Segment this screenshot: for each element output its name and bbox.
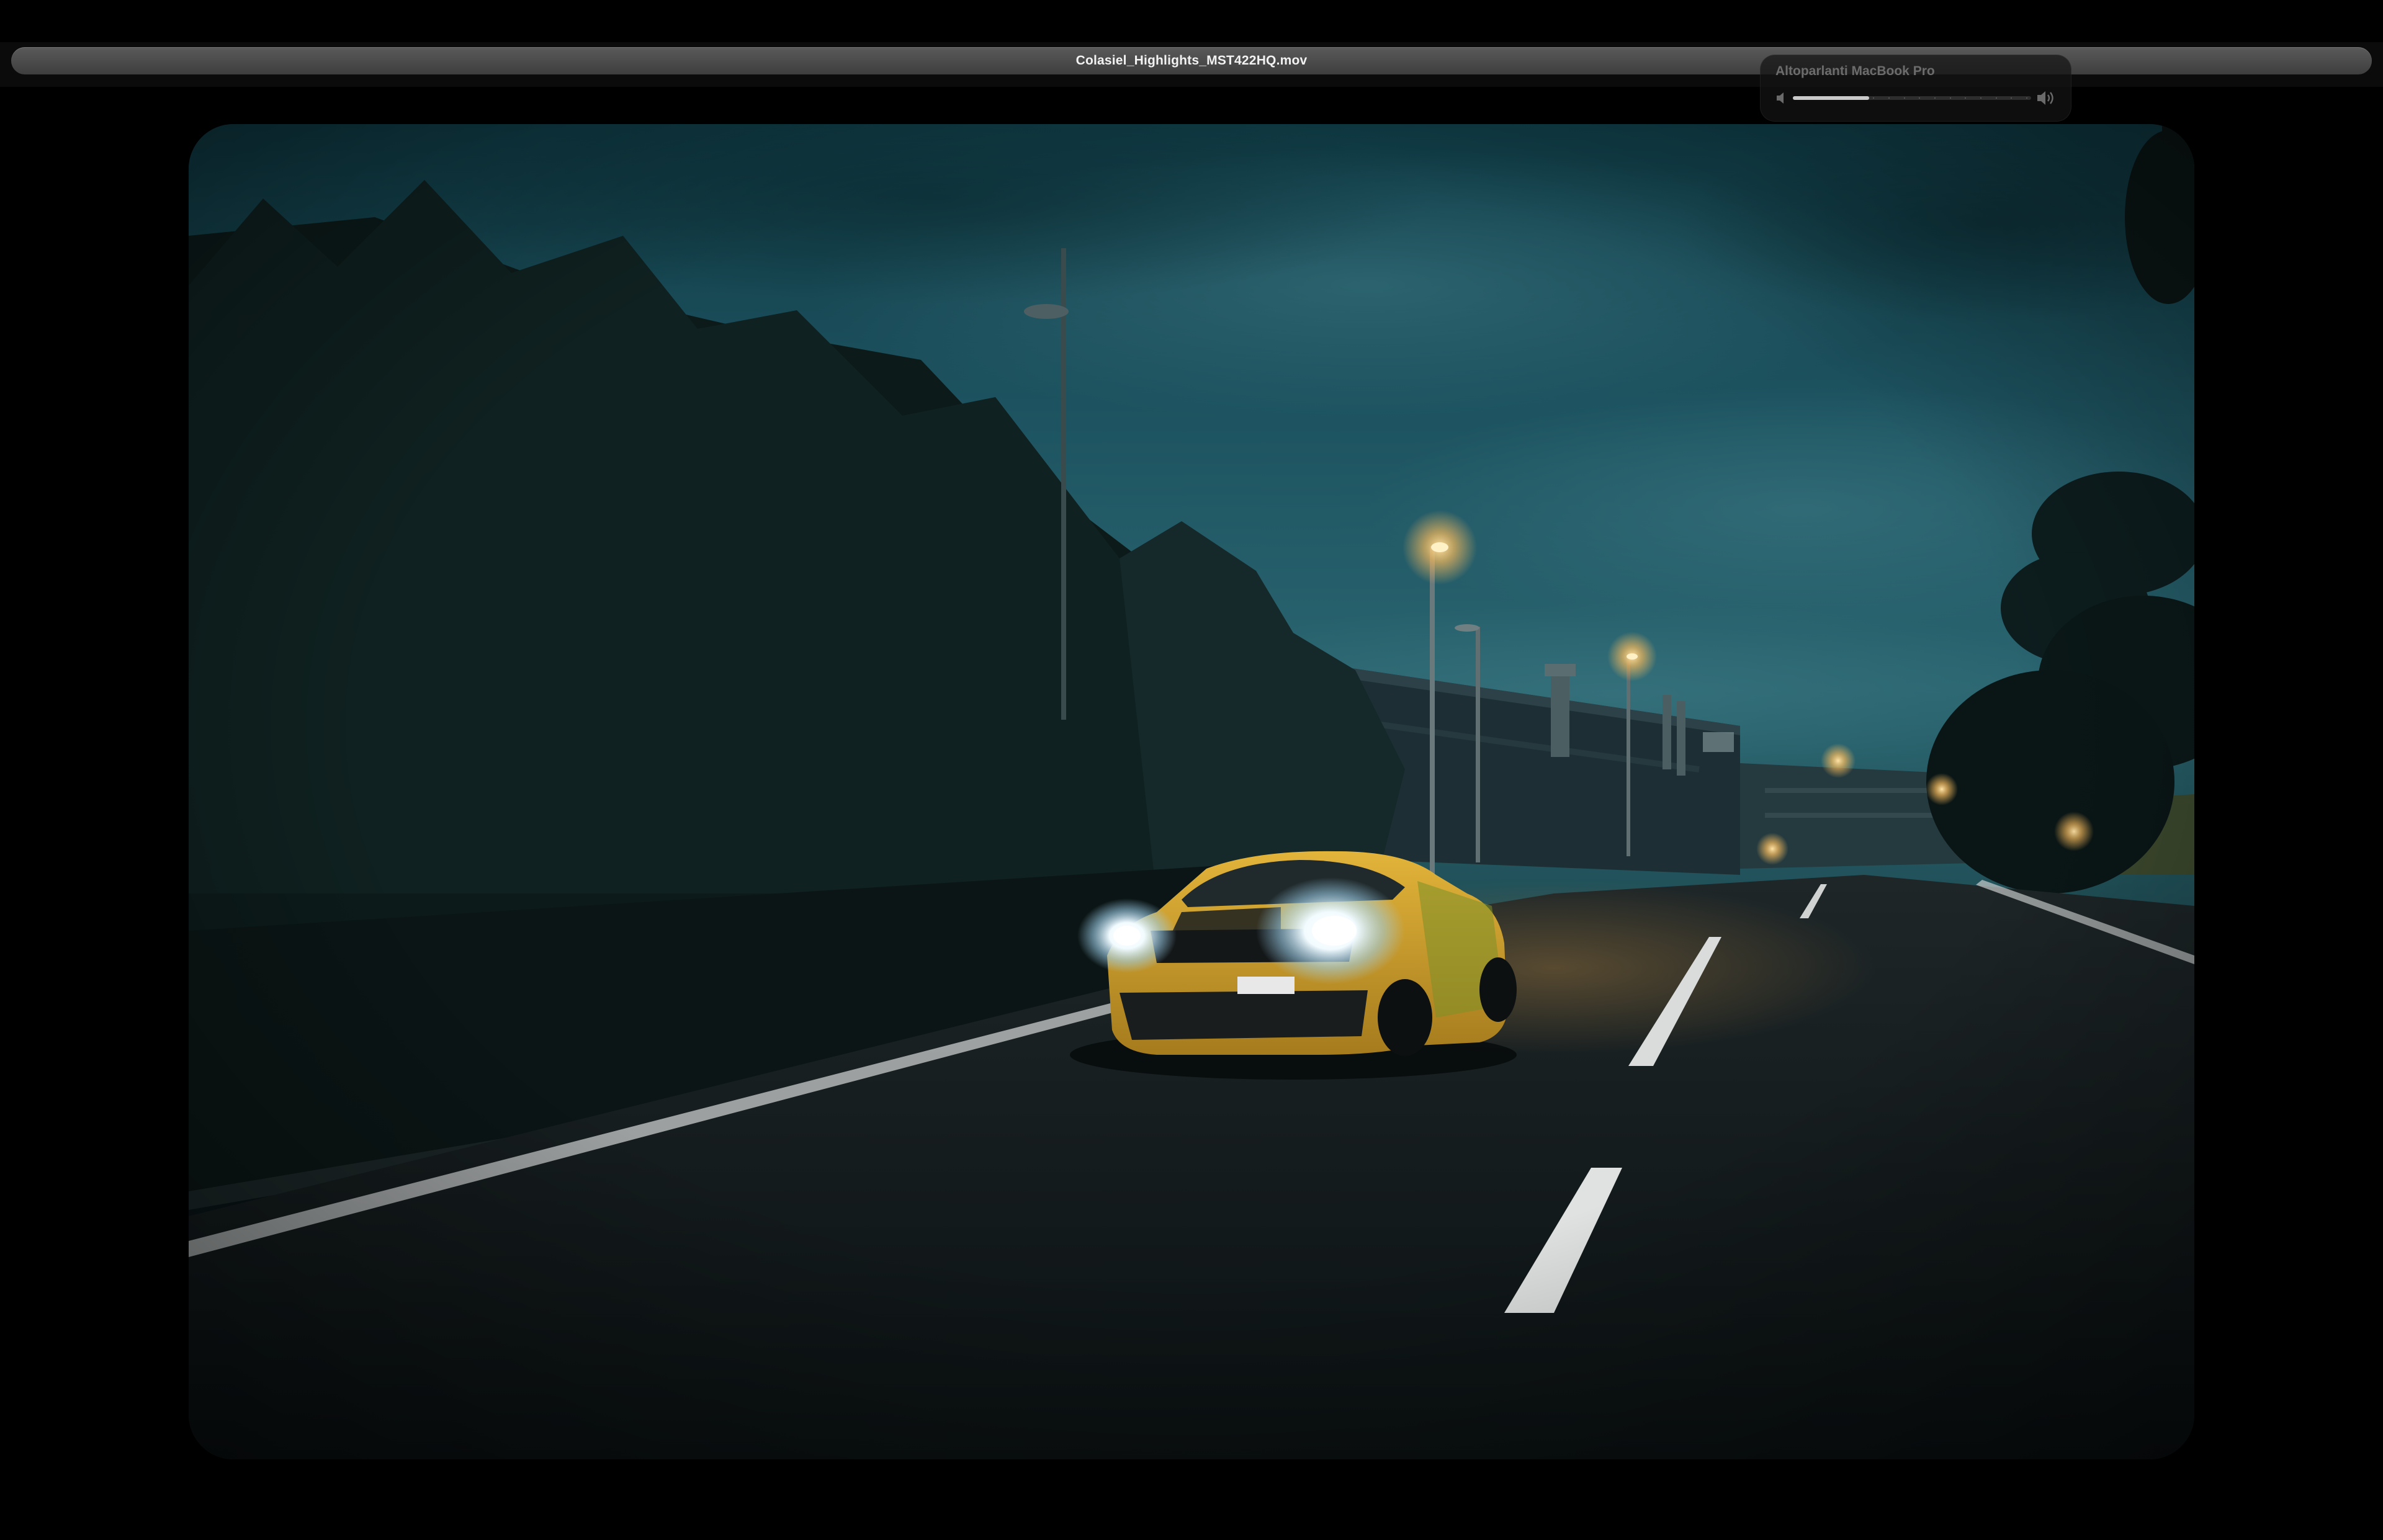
speaker-low-icon	[1777, 92, 1784, 104]
output-device-label: Altoparlanti MacBook Pro	[1775, 64, 1935, 78]
speaker-high-icon	[2037, 91, 2053, 105]
quicktime-window: Colasiel_Highlights_MST422HQ.mov Altopar…	[0, 0, 2383, 1540]
volume-slider-ticks	[1793, 97, 2031, 99]
video-still	[189, 124, 2194, 1459]
volume-hud[interactable]: Altoparlanti MacBook Pro	[1760, 55, 2071, 122]
video-frame[interactable]	[189, 124, 2194, 1459]
volume-slider[interactable]	[1793, 96, 2031, 100]
